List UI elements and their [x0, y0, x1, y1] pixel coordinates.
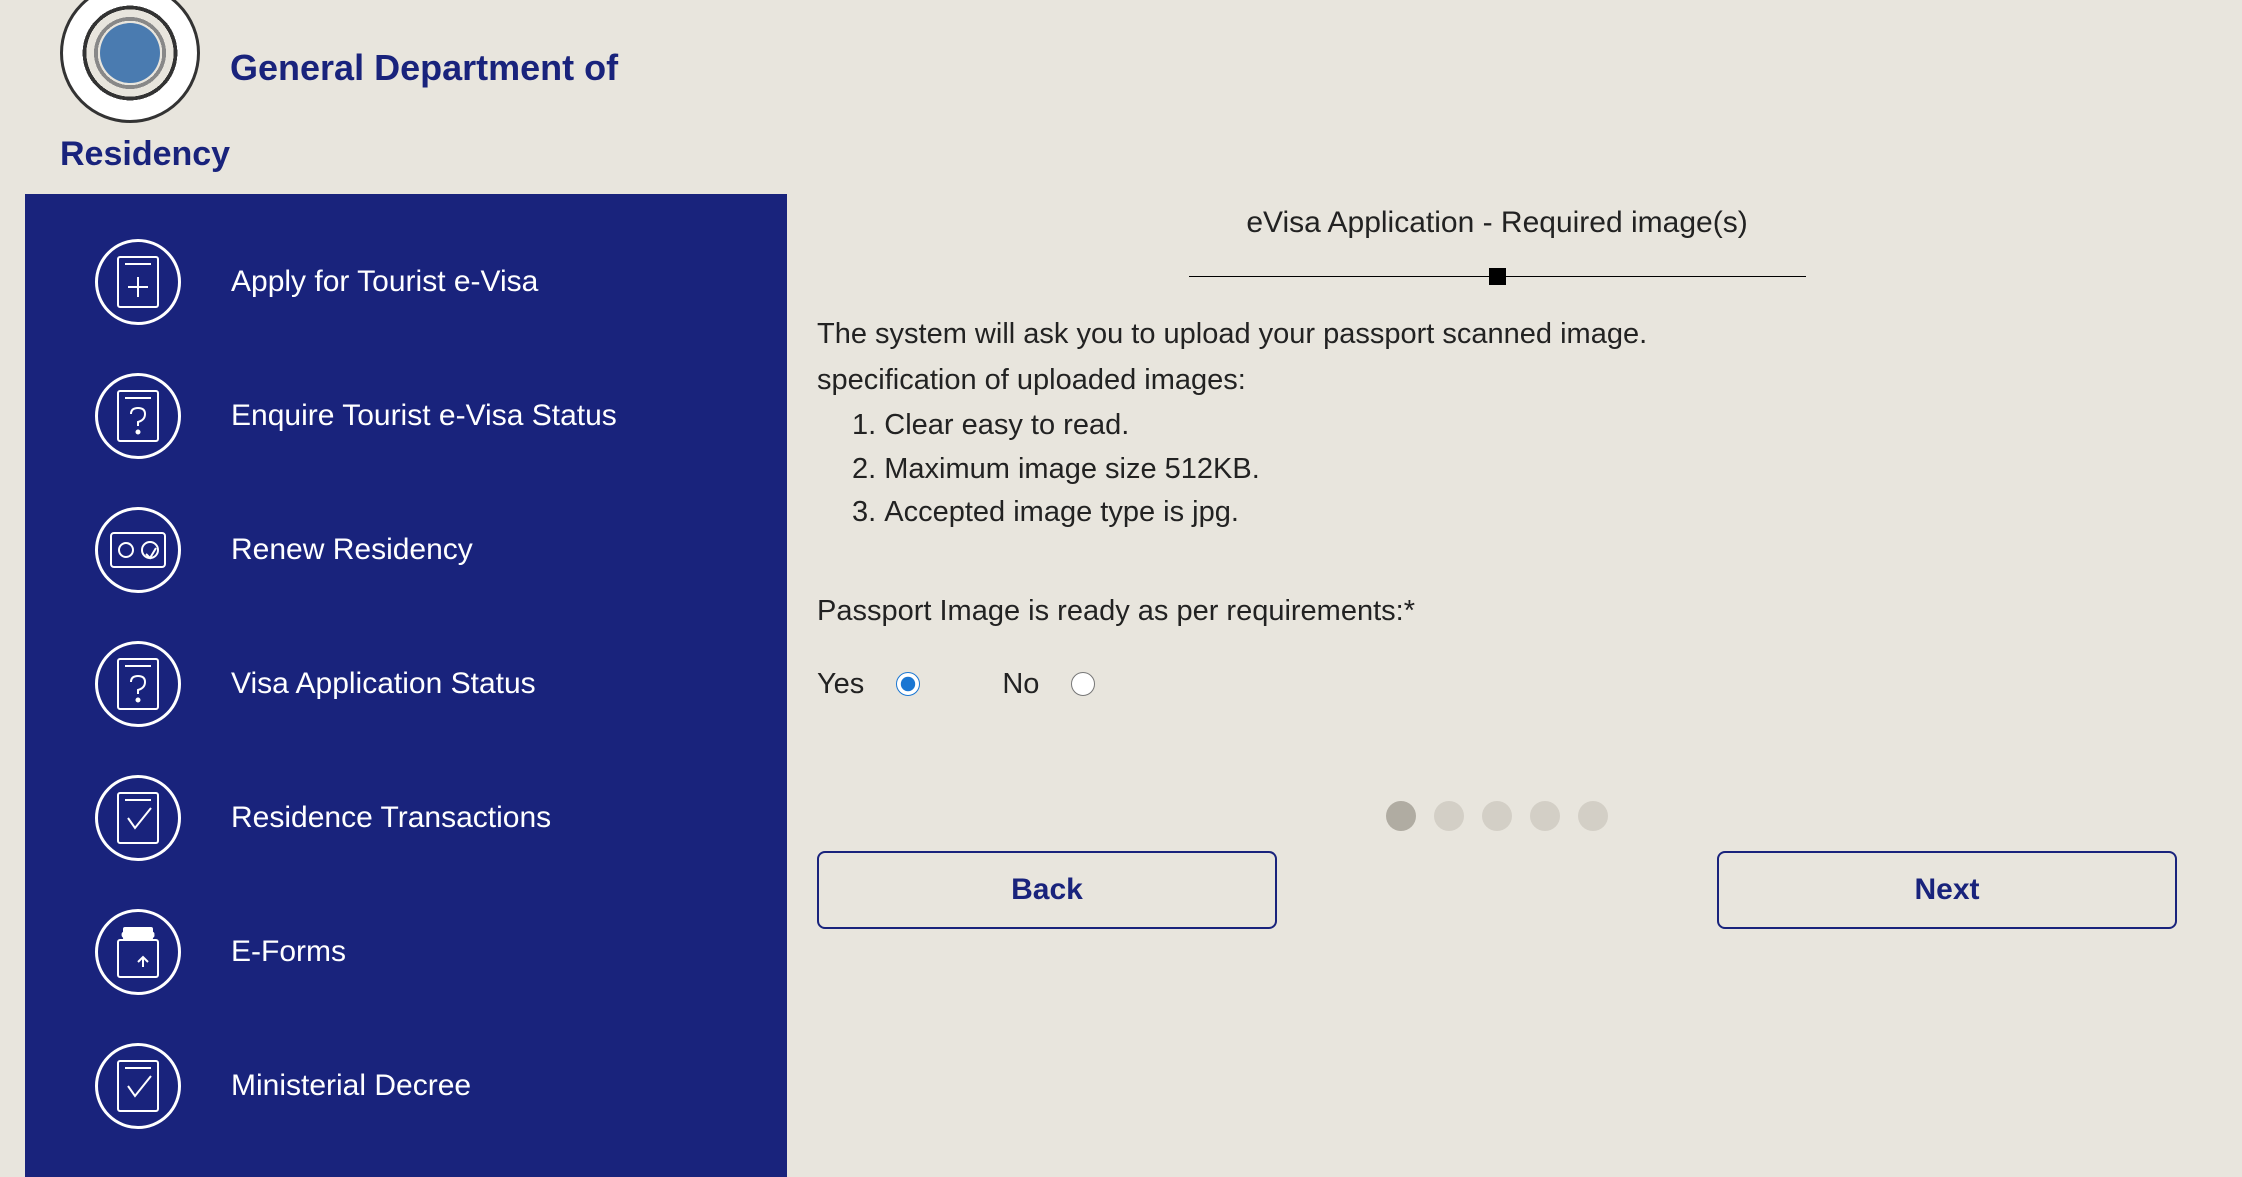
plus-document-icon [95, 239, 181, 325]
radio-label-no: No [1002, 668, 1039, 701]
radio-no[interactable] [1071, 672, 1095, 696]
back-button[interactable]: Back [817, 851, 1277, 929]
spec-item: Accepted image type is jpg. [852, 491, 2177, 535]
sidebar-item-visa-status[interactable]: Visa Application Status [95, 641, 787, 727]
eforms-document-icon: e-Forms [95, 909, 181, 995]
header-subtitle: Residency [0, 135, 2242, 194]
check-document-icon [95, 1043, 181, 1129]
sidebar-item-label: Apply for Tourist e-Visa [231, 265, 538, 299]
step-dot [1530, 801, 1560, 831]
radio-yes[interactable] [896, 672, 920, 696]
sidebar-item-enquire-visa[interactable]: Enquire Tourist e-Visa Status [95, 373, 787, 459]
sidebar-item-label: Enquire Tourist e-Visa Status [231, 399, 617, 433]
sidebar-item-label: E-Forms [231, 935, 346, 969]
sidebar-item-apply-visa[interactable]: Apply for Tourist e-Visa [95, 239, 787, 325]
header: General Department of [0, 0, 2242, 135]
step-dot [1578, 801, 1608, 831]
step-dot [1434, 801, 1464, 831]
form-title: eVisa Application - Required image(s) [817, 206, 2177, 240]
sidebar-item-label: Residence Transactions [231, 801, 551, 835]
check-document-icon [95, 775, 181, 861]
header-title: General Department of [230, 47, 618, 89]
sidebar-item-residence-transactions[interactable]: Residence Transactions [95, 775, 787, 861]
title-underline [817, 268, 2177, 285]
step-dot [1482, 801, 1512, 831]
spec-list: Clear easy to read. Maximum image size 5… [852, 404, 2177, 535]
question-document-icon [95, 373, 181, 459]
question-document-icon [95, 641, 181, 727]
sidebar-item-label: Visa Application Status [231, 667, 536, 701]
sidebar-item-label: Ministerial Decree [231, 1069, 471, 1103]
confirm-label: Passport Image is ready as per requireme… [817, 595, 2177, 628]
sidebar-item-eforms[interactable]: e-Forms E-Forms [95, 909, 787, 995]
intro-line-2: specification of uploaded images: [817, 359, 2177, 403]
main-content: eVisa Application - Required image(s) Th… [787, 194, 2227, 1177]
button-row: Back Next [817, 851, 2177, 929]
sidebar-item-renew-residency[interactable]: Renew Residency [95, 507, 787, 593]
spec-item: Clear easy to read. [852, 404, 2177, 448]
step-dot [1386, 801, 1416, 831]
id-card-renew-icon [95, 507, 181, 593]
intro-line-1: The system will ask you to upload your p… [817, 313, 2177, 357]
next-button[interactable]: Next [1717, 851, 2177, 929]
radio-group: Yes No [817, 668, 2177, 701]
sidebar-item-ministerial-decree[interactable]: Ministerial Decree [95, 1043, 787, 1129]
radio-label-yes: Yes [817, 668, 864, 701]
sidebar: Apply for Tourist e-Visa Enquire Tourist… [25, 194, 787, 1177]
spec-item: Maximum image size 512KB. [852, 448, 2177, 492]
svg-text:e-Forms: e-Forms [122, 930, 154, 939]
department-emblem-icon [60, 0, 200, 123]
stepper [817, 801, 2177, 831]
sidebar-item-label: Renew Residency [231, 533, 473, 567]
